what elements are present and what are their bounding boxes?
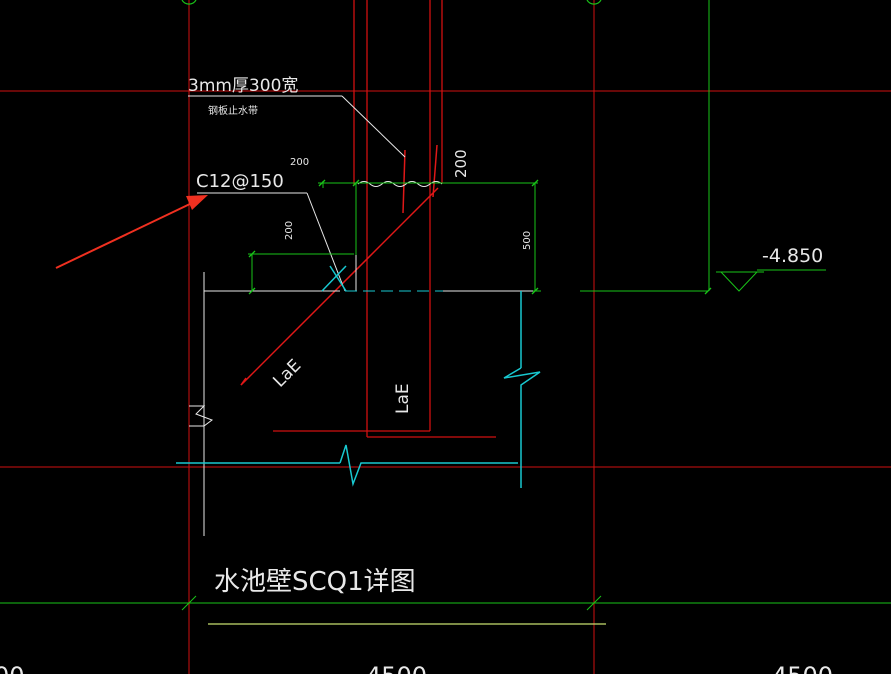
anchor-label-diagonal: LaE <box>269 356 305 392</box>
diagonal-rebar <box>240 187 439 386</box>
rebar-note: C12@150 <box>196 171 284 192</box>
dim-label-vertical-right: 500 <box>522 231 533 250</box>
right-vertical-break <box>503 367 541 488</box>
waterstop-leader <box>341 95 406 158</box>
bottom-dim-right: 4500 <box>772 662 833 674</box>
waterstop-note-line2: 钢板止水带 <box>208 104 258 117</box>
diagonal-rebar-main <box>240 187 439 386</box>
white-lines <box>188 95 533 536</box>
bottom-rebar-bend-1 <box>321 265 347 292</box>
bottom-horizontal-break <box>339 444 518 487</box>
elevation-label: -4.850 <box>762 245 823 267</box>
arrow-shaft <box>55 202 193 269</box>
elevation-triangle <box>719 271 759 292</box>
drawing-title: 水池壁SCQ1详图 <box>214 567 416 597</box>
wall-outline <box>273 0 496 438</box>
waterstop-left <box>402 149 406 214</box>
rebar-leader <box>306 192 346 292</box>
waterstop-note-line1: 3mm厚300宽 <box>188 76 298 96</box>
anchor-label-vertical: LaE <box>393 383 413 414</box>
cad-drawing-canvas: 3mm厚300宽 钢板止水带 C12@150 200 200 200 500 -… <box>0 0 891 674</box>
steel-waterstop <box>402 144 438 214</box>
wall-break-symbol-left <box>189 405 214 427</box>
dim-label-vertical-left: 200 <box>284 221 295 240</box>
axis-grid <box>0 0 891 674</box>
bottom-dim-middle: 4500 <box>366 662 427 674</box>
dim-label-top-left: 200 <box>290 157 309 168</box>
bottom-dim-left: 00 <box>0 662 25 674</box>
cyan-rebar <box>176 265 541 488</box>
dim-ticks <box>248 179 712 295</box>
annotation-arrow <box>55 195 208 269</box>
dim-label-top-right: 200 <box>452 149 470 178</box>
axis-bubbles <box>181 0 602 5</box>
